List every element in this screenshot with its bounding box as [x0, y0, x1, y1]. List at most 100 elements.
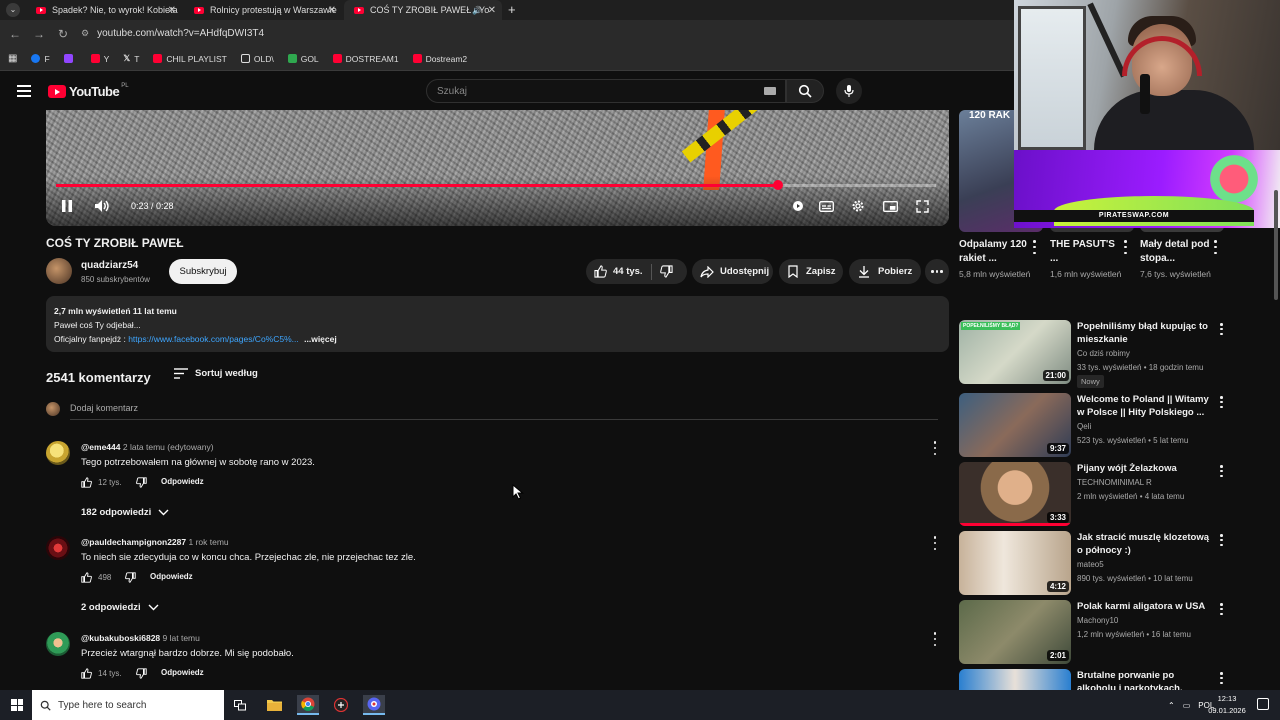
video-channel[interactable]: Co dziś robimy [1077, 349, 1130, 358]
thumbs-down-icon[interactable] [135, 477, 147, 488]
subtitles-button[interactable] [818, 198, 834, 214]
video-menu-icon[interactable] [1220, 396, 1224, 408]
more-actions-button[interactable] [925, 259, 949, 284]
view-replies-button[interactable]: 182 odpowiedzi [81, 507, 169, 518]
scrollbar-thumb[interactable] [1274, 190, 1278, 300]
shorts-menu-icon[interactable] [1124, 240, 1128, 254]
tab-list-chevron-icon[interactable]: ⌄ [6, 3, 20, 17]
bookmark-item[interactable]: CHIL PLAYLIST [153, 54, 227, 64]
forward-icon[interactable]: → [27, 27, 51, 41]
video-channel[interactable]: mateo5 [1077, 560, 1104, 569]
view-replies-button[interactable]: 2 odpowiedzi [81, 602, 159, 613]
autoplay-toggle[interactable] [790, 198, 806, 214]
progress-bar[interactable] [56, 180, 936, 190]
volume-button[interactable] [94, 198, 110, 214]
subscribe-button[interactable]: Subskrybuj [169, 259, 237, 284]
sort-comments-button[interactable]: Sortuj według [174, 368, 258, 379]
related-video[interactable]: Brutalne porwanie po alkoholu i narkotyk… [959, 669, 1239, 690]
menu-icon[interactable] [17, 85, 31, 97]
reply-button[interactable]: Odpowiedz [150, 572, 193, 581]
comment-avatar[interactable] [46, 536, 70, 560]
thumbs-up-icon[interactable] [81, 572, 92, 583]
comment-avatar[interactable] [46, 441, 70, 465]
reply-button[interactable]: Odpowiedz [161, 477, 204, 486]
thumbs-up-icon[interactable] [81, 668, 92, 679]
progress-scrubber[interactable] [772, 180, 783, 190]
network-icon[interactable]: ▭ [1183, 701, 1191, 710]
shorts-menu-icon[interactable] [1214, 240, 1218, 254]
bookmark-item[interactable] [63, 54, 77, 63]
apps-grid-icon[interactable]: ▦ [8, 53, 17, 64]
video-menu-icon[interactable] [1220, 603, 1224, 615]
video-menu-icon[interactable] [1220, 465, 1224, 477]
related-video[interactable]: 9:37 Welcome to Poland || Witamy w Polsc… [959, 393, 1239, 457]
share-button[interactable]: Udostępnij [692, 259, 773, 284]
related-video[interactable]: 3:33 Pijany wójt Żelazkowa TECHNOMINIMAL… [959, 462, 1239, 526]
tab-close-icon[interactable]: ✕ [168, 5, 176, 16]
related-video[interactable]: POPEŁNILIŚMY BŁĄD? 21:00 Popełniliśmy bł… [959, 320, 1239, 388]
streaming-app-icon[interactable] [363, 695, 385, 715]
search-input[interactable]: Szukaj [426, 79, 786, 103]
video-menu-icon[interactable] [1220, 534, 1224, 546]
bookmark-item[interactable]: Y [90, 54, 109, 64]
reload-icon[interactable]: ↻ [51, 27, 75, 41]
page-scrollbar[interactable] [1274, 110, 1280, 688]
channel-avatar[interactable] [46, 258, 72, 284]
bookmark-folder[interactable]: OLD\ [240, 54, 274, 64]
bookmark-item[interactable]: 𝕏T [123, 53, 139, 64]
new-tab-icon[interactable]: + [508, 2, 516, 17]
bookmark-item[interactable]: Dostream2 [412, 54, 467, 64]
comment-author[interactable]: @kubakuboski6828 [81, 633, 160, 643]
tray-chevron-up-icon[interactable]: ⌃ [1168, 701, 1175, 710]
bookmark-item[interactable]: DOSTREAM1 [332, 54, 399, 64]
tab-close-icon[interactable]: ✕ [488, 5, 496, 16]
thumbs-up-icon[interactable] [81, 477, 92, 488]
bookmark-item[interactable]: GOL [287, 54, 319, 64]
bookmark-item[interactable]: F [31, 54, 50, 64]
description-box[interactable]: 2,7 mln wyświetleń 11 lat temu Paweł coś… [46, 296, 949, 352]
site-info-icon[interactable]: ⚙ [81, 28, 89, 39]
shorts-menu-icon[interactable] [1033, 240, 1037, 254]
miniplayer-button[interactable] [882, 198, 898, 214]
add-comment-input[interactable]: Dodaj komentarz [70, 403, 138, 413]
taskbar-clock[interactable]: 12:13 09.01.2026 [1204, 693, 1250, 717]
chrome-icon[interactable] [297, 695, 319, 715]
video-channel[interactable]: Machony10 [1077, 616, 1118, 625]
download-button[interactable]: Pobierz [849, 259, 921, 284]
comment-author[interactable]: @eme444 [81, 442, 120, 452]
pause-button[interactable] [59, 198, 75, 214]
browser-tab-active[interactable]: COŚ TY ZROBIŁ PAWEŁ - Yo 🔊 ✕ [344, 0, 502, 20]
thumbs-down-icon[interactable] [125, 572, 137, 583]
browser-tab[interactable]: Spadek? Nie, to wyrok! Kobieta ✕ [26, 0, 182, 20]
save-button[interactable]: Zapisz [779, 259, 843, 284]
video-menu-icon[interactable] [1220, 323, 1224, 335]
file-explorer-icon[interactable] [263, 695, 285, 715]
comment-avatar[interactable] [46, 632, 70, 656]
video-menu-icon[interactable] [1220, 672, 1224, 684]
like-button[interactable]: 44 tys. [586, 265, 643, 278]
voice-search-button[interactable] [836, 78, 862, 104]
video-player[interactable] [46, 110, 949, 226]
app-icon[interactable] [330, 695, 352, 715]
comment-menu-icon[interactable] [930, 536, 940, 550]
video-channel[interactable]: TECHNOMINIMAL R [1077, 478, 1152, 487]
back-icon[interactable]: ← [3, 27, 27, 41]
fanpage-link[interactable]: https://www.facebook.com/pages/Co%C5%... [128, 334, 299, 344]
dislike-button[interactable] [659, 265, 673, 278]
comment-menu-icon[interactable] [930, 441, 940, 455]
show-more-link[interactable]: ...więcej [304, 334, 337, 344]
browser-tab[interactable]: Rolnicy protestują w Warszawie ✕ [184, 0, 342, 20]
related-video[interactable]: 4:12 Jak stracić muszlę klozetową o półn… [959, 531, 1239, 595]
comment-author[interactable]: @pauldechampignon2287 [81, 537, 186, 547]
channel-name[interactable]: quadziarz54 [81, 260, 138, 271]
youtube-logo[interactable]: YouTube PL [48, 83, 129, 99]
windows-start-icon[interactable] [11, 699, 23, 711]
thumbs-down-icon[interactable] [135, 668, 147, 679]
fullscreen-button[interactable] [914, 198, 930, 214]
related-video[interactable]: 2:01 Polak karmi aligatora w USA Machony… [959, 600, 1239, 664]
task-view-icon[interactable] [229, 695, 251, 715]
taskbar-search-input[interactable]: Type here to search [32, 690, 224, 720]
tab-close-icon[interactable]: ✕ [328, 5, 336, 16]
settings-button[interactable] [850, 198, 866, 214]
search-button[interactable] [786, 79, 824, 103]
